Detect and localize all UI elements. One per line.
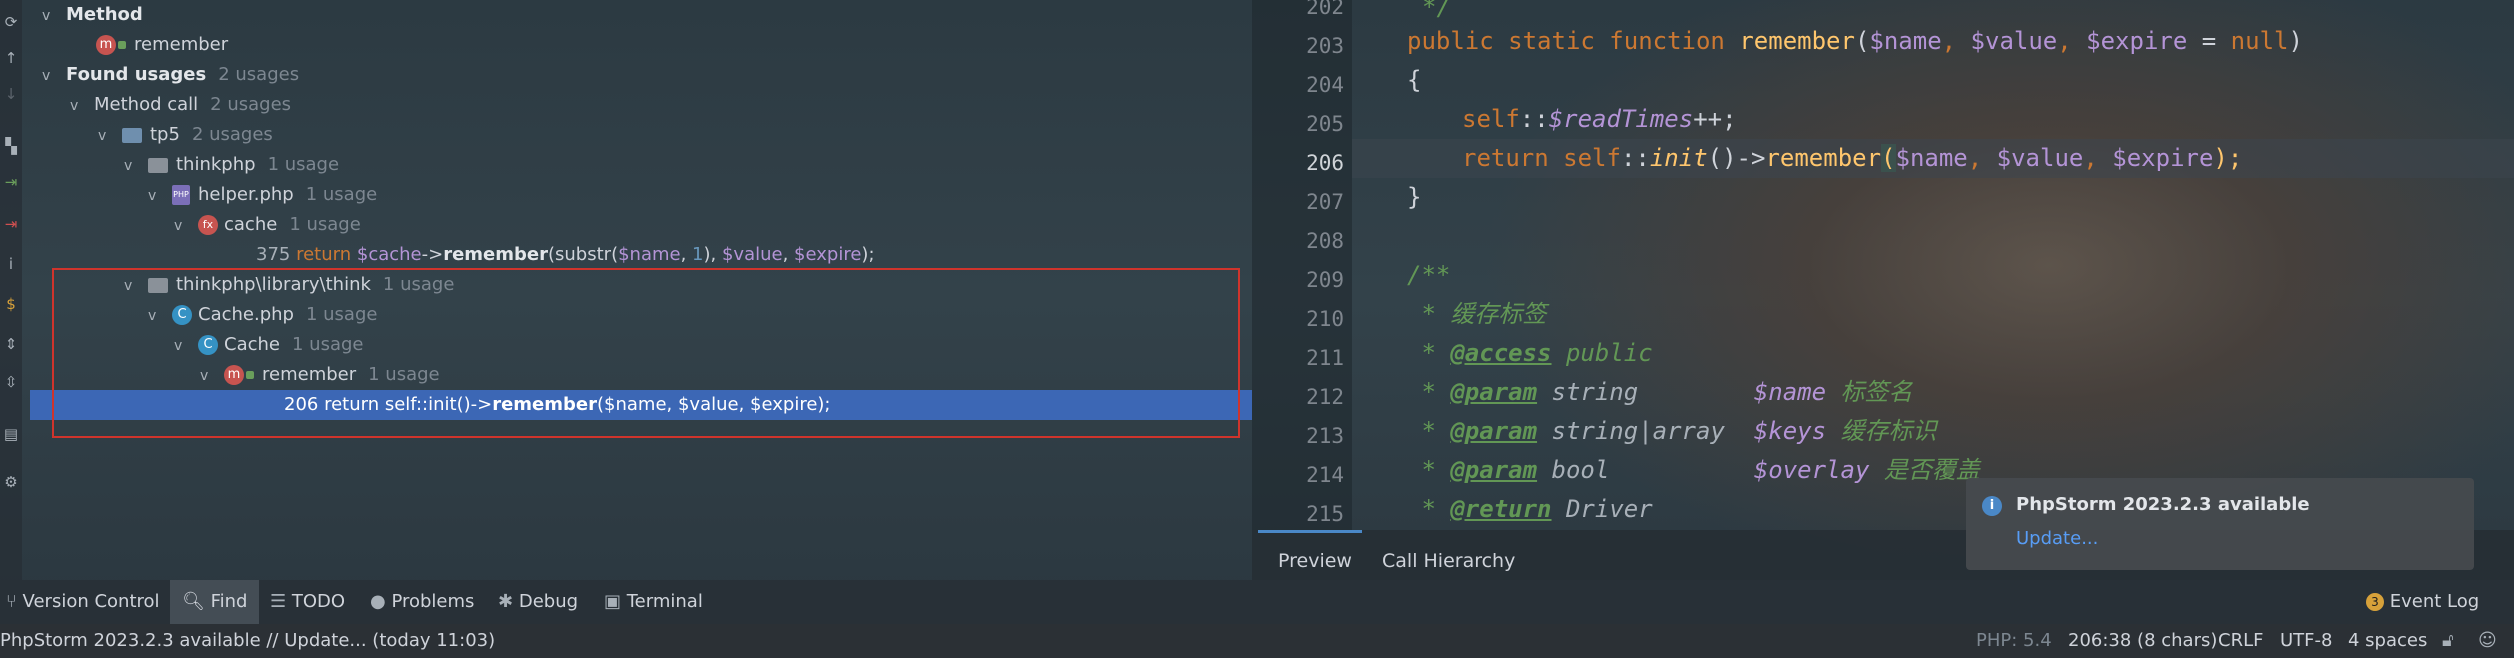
problems-tab[interactable]: ● Problems <box>370 580 474 624</box>
bug-icon: ✱ <box>498 591 514 612</box>
dollar-icon[interactable]: $ <box>1 294 21 314</box>
tool-window-bar: ⑂ Version Control 🔍︎ Find ☰ TODO ● Probl… <box>0 580 2514 624</box>
tree-node-method-header[interactable]: v Method <box>42 0 143 30</box>
lock-icon[interactable]: 🔓︎ <box>2442 624 2454 658</box>
line-number-current: 206 <box>1306 151 1344 175</box>
line-number-gutter: 202 203 204 205 206 207 208 209 210 211 … <box>1252 0 1352 530</box>
code-line-214: * @param bool $overlay 是否覆盖 <box>1407 456 1980 484</box>
code-line-207: } <box>1407 183 1422 211</box>
chevron-down-icon[interactable]: v <box>174 211 188 241</box>
file-encoding[interactable]: UTF-8 <box>2280 624 2332 658</box>
find-tab[interactable]: 🔍︎ Find <box>170 580 260 624</box>
todo-tab[interactable]: ☰ TODO <box>270 580 345 624</box>
info-icon[interactable]: i <box>1 254 21 274</box>
update-link[interactable]: Update... <box>2016 528 2098 549</box>
notification-title: PhpStorm 2023.2.3 available <box>2016 494 2310 515</box>
status-bar: PhpStorm 2023.2.3 available // Update...… <box>0 624 2514 658</box>
chevron-down-icon[interactable]: v <box>148 181 162 211</box>
info-icon: i <box>1982 496 2002 516</box>
module-folder-icon <box>122 127 142 143</box>
smile-icon[interactable]: ☺ <box>2478 624 2497 658</box>
tree-node-found-usages[interactable]: v Found usages 2 usages <box>42 60 299 90</box>
arrow-down-icon[interactable]: ↓ <box>1 84 21 104</box>
usage-line-375[interactable]: 375 return $cache->remember(substr($name… <box>256 240 875 270</box>
merge-icon[interactable]: ⇥ <box>1 172 21 192</box>
highlight-annotation-box <box>52 268 1240 438</box>
chevron-down-icon[interactable]: v <box>98 121 112 151</box>
navigate-icon[interactable]: ⇥ <box>1 214 21 234</box>
line-number: 207 <box>1306 190 1344 214</box>
list-icon: ☰ <box>270 591 287 612</box>
php-file-icon: PHP <box>172 185 190 205</box>
tree-node-method-remember[interactable]: m remember <box>96 30 228 60</box>
preview-icon[interactable]: ▤ <box>1 424 21 444</box>
find-toolbar: ⟳ ↑ ↓ ▚ ⇥ ⇥ i $ ⇕ ⇳ ▤ ⚙ <box>0 0 22 580</box>
tree-node-helper-php[interactable]: v PHP helper.php 1 usage <box>148 180 377 210</box>
settings-icon[interactable]: ⚙ <box>1 472 21 492</box>
tab-call-hierarchy[interactable]: Call Hierarchy <box>1382 530 1515 580</box>
event-log-tab[interactable]: 3 Event Log <box>2366 580 2479 624</box>
line-number: 215 <box>1306 502 1344 526</box>
refresh-icon[interactable]: ⟳ <box>1 12 21 32</box>
code-line-209: /** <box>1407 261 1451 289</box>
status-message[interactable]: PhpStorm 2023.2.3 available // Update...… <box>0 624 495 658</box>
code-line-215: * @return Driver <box>1407 495 1653 523</box>
tree-node-cache-function[interactable]: v fx cache 1 usage <box>174 210 361 240</box>
line-number: 209 <box>1306 268 1344 292</box>
code-line-203: public static function remember($name, $… <box>1407 27 2303 55</box>
tree-node-method-call[interactable]: v Method call 2 usages <box>70 90 291 120</box>
tab-preview[interactable]: Preview <box>1278 530 1352 580</box>
terminal-tab[interactable]: ▣ Terminal <box>604 580 703 624</box>
line-number: 210 <box>1306 307 1344 331</box>
code-line-211: * @access public <box>1407 339 1653 367</box>
expand-icon[interactable]: ⇕ <box>1 334 21 354</box>
code-line-213: * @param string|array $keys 缓存标识 <box>1407 417 1937 445</box>
event-log-badge-icon: 3 <box>2366 593 2384 611</box>
warning-icon: ● <box>370 591 386 612</box>
code-editor-preview[interactable]: 202 203 204 205 206 207 208 209 210 211 … <box>1252 0 2514 530</box>
line-number: 214 <box>1306 463 1344 487</box>
debug-tab[interactable]: ✱ Debug <box>498 580 578 624</box>
line-separator[interactable]: CRLF <box>2218 624 2263 658</box>
tree-node-thinkphp[interactable]: v thinkphp 1 usage <box>124 150 339 180</box>
branch-icon: ⑂ <box>6 591 17 612</box>
caret-position[interactable]: 206:38 (8 chars) <box>2068 624 2217 658</box>
method-icon: m <box>96 35 116 55</box>
chevron-down-icon[interactable]: v <box>70 91 84 121</box>
line-number: 203 <box>1306 34 1344 58</box>
folder-icon <box>148 157 168 173</box>
chevron-down-icon[interactable]: v <box>42 61 56 91</box>
version-control-tab[interactable]: ⑂ Version Control <box>6 580 160 624</box>
public-icon <box>118 41 126 49</box>
code-line-212: * @param string $name 标签名 <box>1407 378 1913 406</box>
line-number: 212 <box>1306 385 1344 409</box>
code-line-210: * 缓存标签 <box>1407 300 1547 328</box>
line-number: 205 <box>1306 112 1344 136</box>
chevron-down-icon[interactable]: v <box>124 151 138 181</box>
update-notification[interactable]: i PhpStorm 2023.2.3 available Update... <box>1966 478 2474 570</box>
php-level[interactable]: PHP: 5.4 <box>1976 624 2052 658</box>
chevron-down-icon[interactable]: v <box>42 1 56 31</box>
collapse-icon[interactable]: ⇳ <box>1 372 21 392</box>
terminal-icon: ▣ <box>604 591 622 612</box>
line-number: 211 <box>1306 346 1344 370</box>
line-number: 204 <box>1306 73 1344 97</box>
line-number: 208 <box>1306 229 1344 253</box>
code-line-204: { <box>1407 66 1422 94</box>
line-number: 202 <box>1306 0 1344 19</box>
search-icon: 🔍︎ <box>182 591 205 612</box>
arrow-up-icon[interactable]: ↑ <box>1 48 21 68</box>
group-icon[interactable]: ▚ <box>1 136 21 156</box>
indent-setting[interactable]: 4 spaces <box>2348 624 2427 658</box>
tree-node-tp5[interactable]: v tp5 2 usages <box>98 120 273 150</box>
code-line-205: self::$readTimes++; <box>1462 105 1737 133</box>
function-icon: fx <box>198 215 218 235</box>
code-line-206: return self::init()->remember($name, $va… <box>1462 144 2243 172</box>
line-number: 213 <box>1306 424 1344 448</box>
